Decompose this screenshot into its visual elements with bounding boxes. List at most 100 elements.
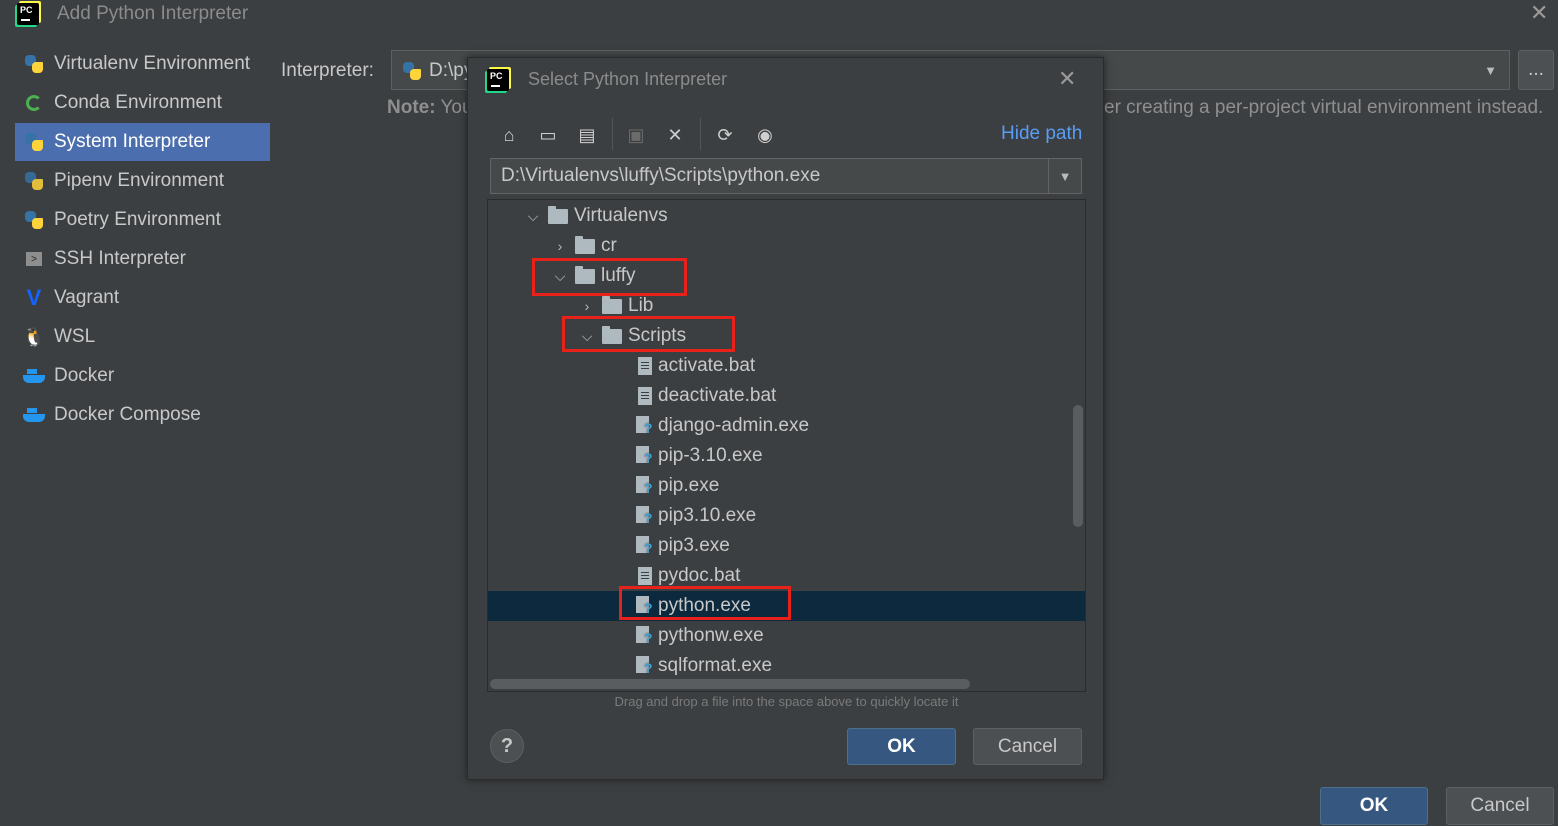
- tree-row-file[interactable]: pip-3.10.exe: [488, 441, 1085, 471]
- executable-file-icon: [636, 416, 656, 436]
- linux-icon: 🐧: [22, 326, 46, 347]
- show-hidden-icon[interactable]: ◉: [752, 122, 778, 148]
- chevron-right-icon[interactable]: ›: [578, 298, 596, 314]
- sidebar-item-label: Virtualenv Environment: [54, 53, 251, 74]
- vertical-scrollbar[interactable]: [1073, 405, 1083, 527]
- tree-row-file[interactable]: deactivate.bat: [488, 381, 1085, 411]
- chevron-down-icon[interactable]: ⌵: [524, 208, 542, 225]
- tree-label: deactivate.bat: [658, 385, 777, 406]
- browse-button[interactable]: ...: [1518, 50, 1554, 90]
- chevron-down-icon[interactable]: ▼: [1048, 159, 1081, 193]
- sidebar-item-label: Docker: [54, 365, 115, 386]
- sidebar-item-label: Poetry Environment: [54, 209, 221, 230]
- file-icon: [638, 567, 652, 585]
- executable-file-icon: [636, 536, 656, 556]
- tree-label: pythonw.exe: [658, 625, 764, 646]
- vagrant-icon: V: [26, 285, 42, 310]
- highlight-box-luffy: [532, 258, 687, 296]
- path-input[interactable]: D:\Virtualenvs\luffy\Scripts\python.exe: [491, 165, 1048, 187]
- ssh-icon: >: [23, 248, 45, 270]
- tree-row-virtualenvs[interactable]: ⌵ Virtualenvs: [488, 201, 1085, 231]
- tree-label: pip3.exe: [658, 535, 730, 556]
- tree-label: sqlformat.exe: [658, 655, 773, 676]
- tree-row-file[interactable]: django-admin.exe: [488, 411, 1085, 441]
- window-title: Add Python Interpreter: [57, 3, 249, 24]
- conda-icon: [23, 92, 45, 114]
- executable-file-icon: [636, 446, 656, 466]
- tree-row-file[interactable]: activate.bat: [488, 351, 1085, 381]
- sidebar-item-system-interpreter[interactable]: System Interpreter: [15, 123, 270, 161]
- note-prefix: Note:: [387, 97, 436, 118]
- help-button[interactable]: ?: [490, 729, 524, 763]
- sidebar-item-wsl[interactable]: 🐧 WSL: [15, 318, 270, 356]
- ok-button[interactable]: OK: [1320, 787, 1428, 825]
- tree-label: Virtualenvs: [574, 205, 668, 226]
- folder-icon: [575, 235, 595, 254]
- tree-row-file[interactable]: sqlformat.exe: [488, 651, 1085, 681]
- sidebar-item-ssh[interactable]: > SSH Interpreter: [15, 240, 270, 278]
- sidebar-item-docker-compose[interactable]: Docker Compose: [15, 396, 270, 434]
- tree-row-cr[interactable]: › cr: [488, 231, 1085, 261]
- tree-label: pip-3.10.exe: [658, 445, 763, 466]
- executable-file-icon: [636, 506, 656, 526]
- sidebar-item-docker[interactable]: Docker: [15, 357, 270, 395]
- file-icon: [638, 357, 652, 375]
- sidebar-item-label: SSH Interpreter: [54, 248, 186, 269]
- docker-icon: [23, 404, 45, 426]
- toolbar-separator: [700, 118, 701, 150]
- select-interpreter-dialog: PC Select Python Interpreter ✕ ⌂ ▭ ▤ ▣ ✕…: [467, 57, 1104, 780]
- sidebar-item-virtualenv[interactable]: Virtualenv Environment: [15, 45, 270, 83]
- delete-icon[interactable]: ✕: [662, 122, 688, 148]
- chevron-right-icon[interactable]: ›: [551, 238, 569, 254]
- highlight-box-scripts: [562, 316, 735, 352]
- folder-icon: [602, 295, 622, 314]
- home-icon[interactable]: ⌂: [496, 122, 522, 148]
- sidebar-item-label: Conda Environment: [54, 92, 222, 113]
- tree-label: django-admin.exe: [658, 415, 810, 436]
- horizontal-scrollbar[interactable]: [490, 679, 970, 689]
- note-text-start: Note: You: [387, 97, 473, 119]
- pycharm-logo-icon: PC: [17, 3, 39, 25]
- sidebar-item-conda[interactable]: Conda Environment: [15, 84, 270, 122]
- project-folder-icon[interactable]: ▤: [574, 122, 600, 148]
- executable-file-icon: [636, 626, 656, 646]
- refresh-icon[interactable]: ⟳: [712, 122, 738, 148]
- note-text-end: er creating a per-project virtual enviro…: [1104, 97, 1544, 118]
- drag-drop-hint: Drag and drop a file into the space abov…: [614, 694, 959, 709]
- pipenv-icon: [23, 170, 45, 192]
- tree-row-file[interactable]: pythonw.exe: [488, 621, 1085, 651]
- sidebar-item-label: Docker Compose: [54, 404, 201, 425]
- sidebar-item-pipenv[interactable]: Pipenv Environment: [15, 162, 270, 200]
- highlight-box-python-exe: [619, 586, 791, 620]
- sidebar-item-label: Vagrant: [54, 287, 120, 308]
- tree-label: cr: [601, 235, 617, 256]
- new-folder-icon[interactable]: ▣: [623, 122, 649, 148]
- hide-path-link[interactable]: Hide path: [1001, 123, 1082, 145]
- tree-label: activate.bat: [658, 355, 756, 376]
- dialog-cancel-button[interactable]: Cancel: [973, 728, 1082, 765]
- tree-label: pip3.10.exe: [658, 505, 757, 526]
- sidebar-item-vagrant[interactable]: V Vagrant: [15, 279, 270, 317]
- close-icon[interactable]: ✕: [1530, 2, 1548, 24]
- executable-file-icon: [636, 476, 656, 496]
- dialog-ok-button[interactable]: OK: [847, 728, 956, 765]
- tree-row-file[interactable]: pip3.exe: [488, 531, 1085, 561]
- chevron-down-icon[interactable]: ▼: [1484, 63, 1497, 78]
- executable-file-icon: [636, 656, 656, 676]
- file-icon: [638, 387, 652, 405]
- sidebar-item-label: System Interpreter: [54, 131, 211, 152]
- toolbar-separator: [612, 118, 613, 150]
- sidebar-item-poetry[interactable]: Poetry Environment: [15, 201, 270, 239]
- tree-row-file[interactable]: pip3.10.exe: [488, 501, 1085, 531]
- python-icon: [23, 53, 45, 75]
- dialog-close-icon[interactable]: ✕: [1058, 68, 1076, 90]
- python-icon: [23, 131, 45, 153]
- pycharm-logo-icon: PC: [487, 69, 509, 91]
- sidebar-item-label: WSL: [54, 326, 96, 347]
- cancel-button[interactable]: Cancel: [1446, 787, 1554, 825]
- poetry-icon: [23, 209, 45, 231]
- tree-label: pydoc.bat: [658, 565, 741, 586]
- path-combo[interactable]: D:\Virtualenvs\luffy\Scripts\python.exe …: [490, 158, 1082, 194]
- tree-row-file[interactable]: pip.exe: [488, 471, 1085, 501]
- desktop-icon[interactable]: ▭: [535, 122, 561, 148]
